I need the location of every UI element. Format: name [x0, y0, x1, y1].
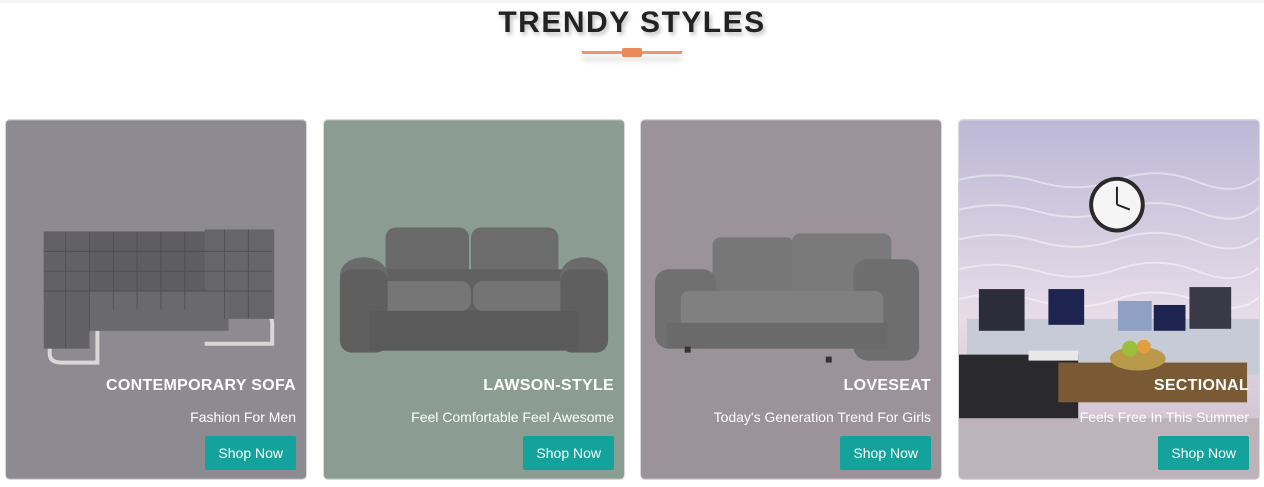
card-subtitle: Feel Comfortable Feel Awesome	[411, 409, 614, 425]
shop-now-button[interactable]: Shop Now	[523, 436, 614, 470]
card-title: LOVESEAT	[843, 377, 931, 394]
product-card-lawson-style[interactable]: LAWSON-STYLE Feel Comfortable Feel Aweso…	[323, 119, 625, 480]
card-title: LAWSON-STYLE	[483, 377, 614, 394]
product-card-loveseat[interactable]: LOVESEAT Today's Generation Trend For Gi…	[640, 119, 942, 480]
section-title: TRENDY STYLES	[498, 6, 766, 39]
sofa-image	[324, 120, 624, 479]
shop-now-button[interactable]: Shop Now	[205, 436, 296, 470]
divider-knob	[622, 48, 642, 57]
living-room-image	[959, 120, 1259, 479]
shop-now-button[interactable]: Shop Now	[840, 436, 931, 470]
card-subtitle: Fashion For Men	[190, 409, 296, 425]
card-title: CONTEMPORARY SOFA	[105, 377, 296, 394]
product-card-sectional[interactable]: SECTIONAL Feels Free In This Summer Shop…	[958, 119, 1260, 480]
sofa-image	[6, 120, 306, 479]
title-divider	[582, 48, 682, 57]
card-subtitle: Feels Free In This Summer	[1079, 409, 1249, 425]
card-subtitle: Today's Generation Trend For Girls	[713, 409, 931, 425]
product-card-contemporary-sofa[interactable]: CONTEMPORARY SOFA Fashion For Men Shop N…	[5, 119, 307, 480]
card-title: SECTIONAL	[1153, 377, 1249, 394]
sofa-image	[641, 120, 941, 479]
shop-now-button[interactable]: Shop Now	[1158, 436, 1249, 470]
top-border	[0, 0, 1264, 3]
